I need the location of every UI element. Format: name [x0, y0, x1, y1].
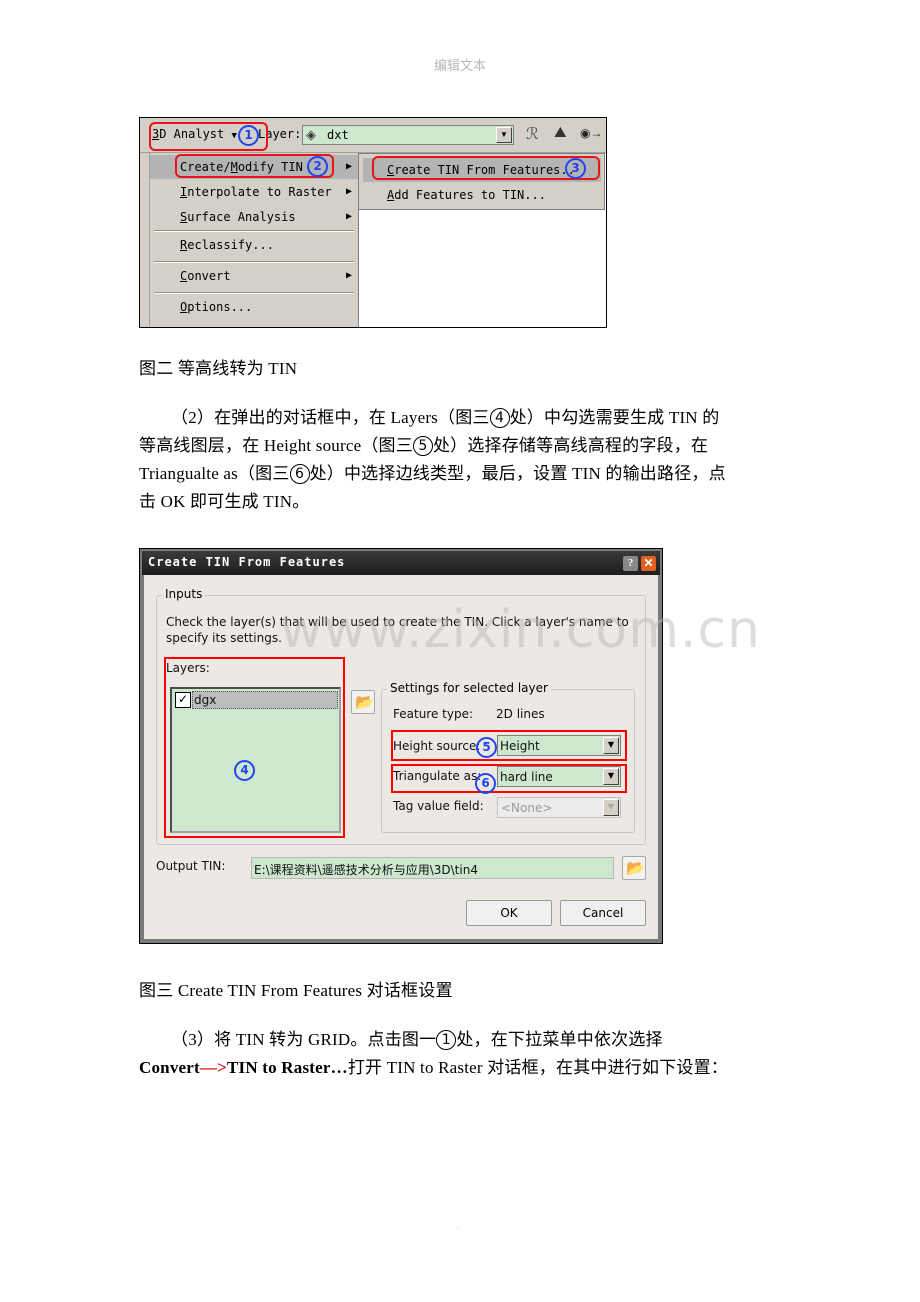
figure-dialog-screenshot: Create TIN From Features ? ✕ Inputs Chec…: [139, 548, 663, 944]
figure-menu-screenshot: 3D Analyst ▼ Layer: ◈ dxt ▼ ℛ ⛰ ◉→ Creat…: [139, 117, 607, 328]
marker-5: 5: [476, 737, 497, 758]
3d-analyst-menu-button[interactable]: 3D Analyst ▼: [152, 127, 237, 141]
layer-label: Layer:: [258, 127, 302, 141]
help-button[interactable]: ?: [623, 556, 638, 571]
layer-value: dxt: [327, 128, 349, 142]
instructions-line-2: specify its settings.: [166, 631, 282, 645]
marker-4: 4: [234, 760, 255, 781]
close-button[interactable]: ✕: [641, 556, 656, 571]
chevron-down-icon[interactable]: ▼: [496, 127, 512, 143]
figure3-caption: 图三 Create TIN From Features 对话框设置: [139, 981, 453, 1000]
output-tin-label: Output TIN:: [156, 859, 226, 873]
dropdown-arrow-icon: ▼: [231, 131, 237, 141]
page-header: 编辑文本: [433, 59, 486, 74]
menu-item-convert[interactable]: Convert ▶: [150, 264, 358, 288]
marker-1: 1: [238, 125, 259, 146]
height-source-label: Height source:: [393, 739, 481, 753]
layer-item-dgx[interactable]: dgx: [192, 691, 338, 709]
dialog-body: Inputs Check the layer(s) that will be u…: [144, 575, 658, 939]
menu-separator: [154, 230, 354, 232]
settings-group-label: Settings for selected layer: [387, 681, 551, 695]
layers-list[interactable]: ✓ dgx: [170, 687, 341, 833]
submenu-arrow-icon: ▶: [345, 161, 352, 172]
tag-value-value: <None>: [501, 801, 553, 815]
menu-grip: [140, 153, 150, 327]
triangulate-label: Triangulate as:: [393, 769, 482, 783]
dialog-title: Create TIN From Features: [148, 555, 346, 569]
menu-button-label: D Analyst: [159, 127, 225, 141]
footer-mark: .: [457, 1222, 459, 1231]
feature-type-value: 2D lines: [496, 707, 545, 721]
layer-select[interactable]: ◈ dxt ▼: [302, 125, 514, 145]
tag-value-select: <None> ▼: [497, 797, 621, 818]
triangulate-select[interactable]: hard line ▼: [497, 766, 621, 787]
layers-label: Layers:: [166, 661, 210, 675]
open-folder-icon: 📂: [355, 693, 374, 711]
marker-2: 2: [307, 156, 328, 177]
circled-number: 4: [489, 408, 510, 428]
circled-number: 6: [289, 464, 310, 484]
menu-item-interpolate-to-raster[interactable]: Interpolate to Raster ▶: [150, 180, 358, 204]
paragraph-line: 击 OK 即可生成 TIN。: [139, 492, 310, 511]
browse-output-button[interactable]: 📂: [622, 856, 646, 880]
circled-number: 1: [436, 1030, 457, 1050]
feature-type-label: Feature type:: [393, 707, 474, 721]
open-folder-icon: 📂: [626, 859, 645, 877]
3d-analyst-menu: Create/Modify TIN ▶ Interpolate to Raste…: [150, 153, 359, 327]
circled-number: 5: [412, 436, 433, 456]
paragraph-line: 等高线图层，在 Height source（图三 5 处）选择存储等高线高程的字段，…: [139, 436, 709, 456]
paragraph-step-3: （3）将 TIN 转为 GRID。点击图一 1 处，在下拉菜单中依次选择 Conve…: [139, 1026, 789, 1082]
submenu-arrow-icon: ▶: [345, 211, 352, 222]
chevron-down-icon[interactable]: ▼: [603, 737, 619, 754]
menu-item-add-features-to-tin[interactable]: Add Features to TIN...: [363, 183, 601, 207]
steepest-path-icon[interactable]: ◉→: [580, 126, 602, 141]
output-tin-input[interactable]: E:\课程资料\遥感技术分析与应用\3D\tin4: [251, 857, 614, 879]
figure2-caption: 图二 等高线转为 TIN: [139, 359, 298, 378]
arrow-text: —>: [199, 1058, 227, 1077]
menu-item-options[interactable]: Options...: [150, 295, 358, 319]
tin-layer-icon: ◈: [306, 127, 316, 142]
paragraph-line: （3）将 TIN 转为 GRID。点击图一 1 处，在下拉菜单中依次选择: [171, 1030, 663, 1050]
triangulate-value: hard line: [500, 770, 553, 784]
inputs-group-label: Inputs: [162, 587, 206, 601]
paragraph-line: Triangualte as（图三 6 处）中选择边线类型，最后，设置 TIN 的输…: [139, 464, 726, 484]
submenu-arrow-icon: ▶: [345, 186, 352, 197]
marker-6: 6: [475, 773, 496, 794]
layer-checkbox[interactable]: ✓: [175, 692, 191, 708]
contour-tool-icon[interactable]: ℛ: [526, 124, 539, 144]
menu-separator: [154, 292, 354, 294]
ok-button[interactable]: OK: [466, 900, 552, 926]
3d-analyst-toolbar: 3D Analyst ▼ Layer: ◈ dxt ▼ ℛ ⛰ ◉→: [140, 118, 606, 153]
dialog-titlebar: Create TIN From Features ? ✕: [142, 551, 660, 575]
paragraph-line: （2）在弹出的对话框中，在 Layers（图三 4 处）中勾选需要生成 TIN 的: [171, 408, 720, 428]
height-source-select[interactable]: Height ▼: [497, 735, 621, 756]
instructions-line-1: Check the layer(s) that will be used to …: [166, 615, 629, 629]
paragraph-step-2: （2）在弹出的对话框中，在 Layers（图三 4 处）中勾选需要生成 TIN 的 …: [139, 404, 779, 516]
menu-separator: [154, 261, 354, 263]
chevron-down-icon[interactable]: ▼: [603, 768, 619, 785]
marker-3: 3: [565, 158, 586, 179]
chevron-down-icon: ▼: [603, 799, 619, 816]
menu-item-reclassify[interactable]: Reclassify...: [150, 233, 358, 257]
submenu-arrow-icon: ▶: [345, 270, 352, 281]
cancel-button[interactable]: Cancel: [560, 900, 646, 926]
line-of-sight-icon[interactable]: ⛰: [554, 124, 567, 142]
output-tin-value: E:\课程资料\遥感技术分析与应用\3D\tin4: [254, 863, 478, 877]
tag-value-label: Tag value field:: [393, 799, 484, 813]
menu-item-surface-analysis[interactable]: Surface Analysis ▶: [150, 205, 358, 229]
height-source-value: Height: [500, 739, 540, 753]
paragraph-line: Convert—>TIN to Raster…打开 TIN to Raster …: [139, 1058, 729, 1077]
add-layer-button[interactable]: 📂: [351, 690, 375, 714]
